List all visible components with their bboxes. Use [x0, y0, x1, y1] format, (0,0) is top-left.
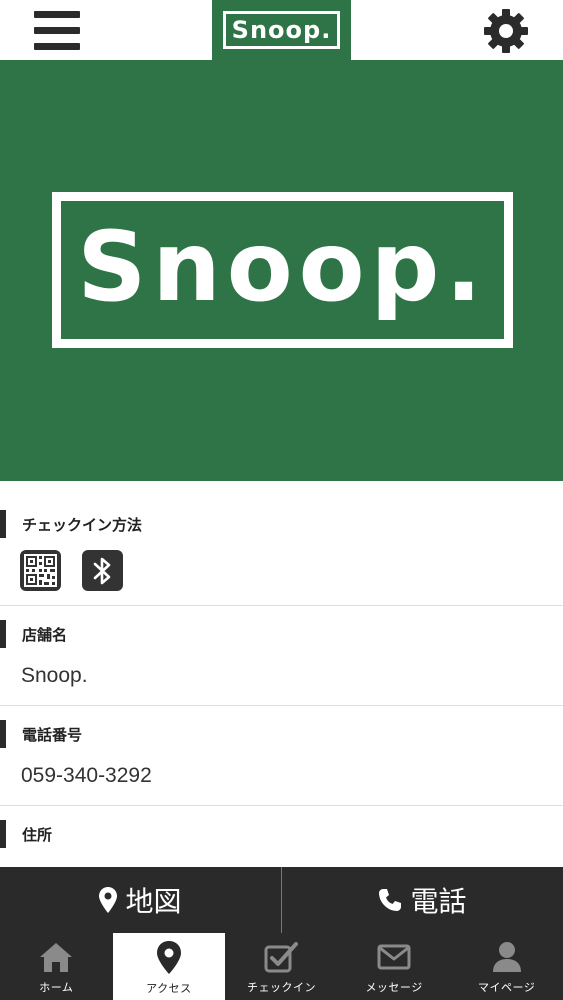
- tab-access-label: アクセス: [146, 982, 192, 995]
- action-bar: 地図 電話: [0, 867, 563, 933]
- map-pin-icon: [156, 941, 181, 974]
- call-button-label: 電話: [410, 885, 467, 918]
- section-header: 電話番号: [0, 720, 82, 748]
- section-header: 店舗名: [0, 620, 67, 648]
- hero-banner: Snoop.: [0, 60, 563, 481]
- tab-message-label: メッセージ: [365, 981, 423, 994]
- store-name-title: 店舗名: [22, 625, 68, 644]
- section-header: 住所: [0, 820, 52, 848]
- tab-mypage-label: マイページ: [478, 981, 536, 994]
- map-pin-icon: [99, 887, 118, 913]
- phone-title: 電話番号: [22, 725, 83, 744]
- header-logo-text: Snoop.: [222, 11, 341, 49]
- tab-home[interactable]: ホーム: [0, 933, 113, 1000]
- tab-home-label: ホーム: [39, 981, 74, 994]
- bluetooth-icon: [82, 550, 123, 591]
- hero-logo-text: Snoop.: [77, 211, 488, 323]
- home-icon: [40, 943, 73, 972]
- store-name-section: 店舗名 Snoop.: [0, 606, 563, 706]
- store-name-value: Snoop.: [21, 664, 88, 687]
- hamburger-icon[interactable]: [34, 11, 80, 51]
- checkin-method-title: チェックイン方法: [22, 515, 143, 534]
- phone-value[interactable]: 059-340-3292: [21, 764, 152, 788]
- checkbox-icon: [264, 942, 299, 973]
- section-header: チェックイン方法: [0, 510, 142, 538]
- tab-mypage[interactable]: マイページ: [450, 933, 563, 1000]
- tab-checkin[interactable]: チェックイン: [225, 933, 338, 1000]
- tab-checkin-label: チェックイン: [246, 981, 316, 994]
- phone-section: 電話番号 059-340-3292: [0, 706, 563, 806]
- map-button-label: 地図: [125, 885, 182, 918]
- phone-icon: [379, 889, 402, 911]
- header-logo[interactable]: Snoop.: [212, 0, 351, 60]
- checkin-method-section: チェックイン方法: [0, 508, 563, 606]
- tab-access[interactable]: アクセス: [112, 933, 226, 1000]
- call-button[interactable]: 電話: [281, 867, 563, 933]
- app-header: Snoop.: [0, 0, 563, 60]
- hero-logo: Snoop.: [52, 192, 513, 348]
- section-marker: [0, 620, 6, 648]
- user-icon: [492, 942, 521, 972]
- section-marker: [0, 820, 6, 848]
- address-section: 住所: [0, 806, 563, 868]
- address-title: 住所: [22, 825, 53, 844]
- section-marker: [0, 510, 6, 538]
- map-button[interactable]: 地図: [0, 867, 281, 933]
- bottom-tab-bar: ホーム アクセス チェックイン メッセージ マイページ: [0, 933, 563, 1000]
- checkin-method-icons: [20, 550, 123, 591]
- section-marker: [0, 720, 6, 748]
- tab-message[interactable]: メッセージ: [338, 933, 451, 1000]
- envelope-icon: [377, 944, 411, 970]
- qr-code-icon: [20, 550, 61, 591]
- gear-icon[interactable]: [482, 7, 530, 55]
